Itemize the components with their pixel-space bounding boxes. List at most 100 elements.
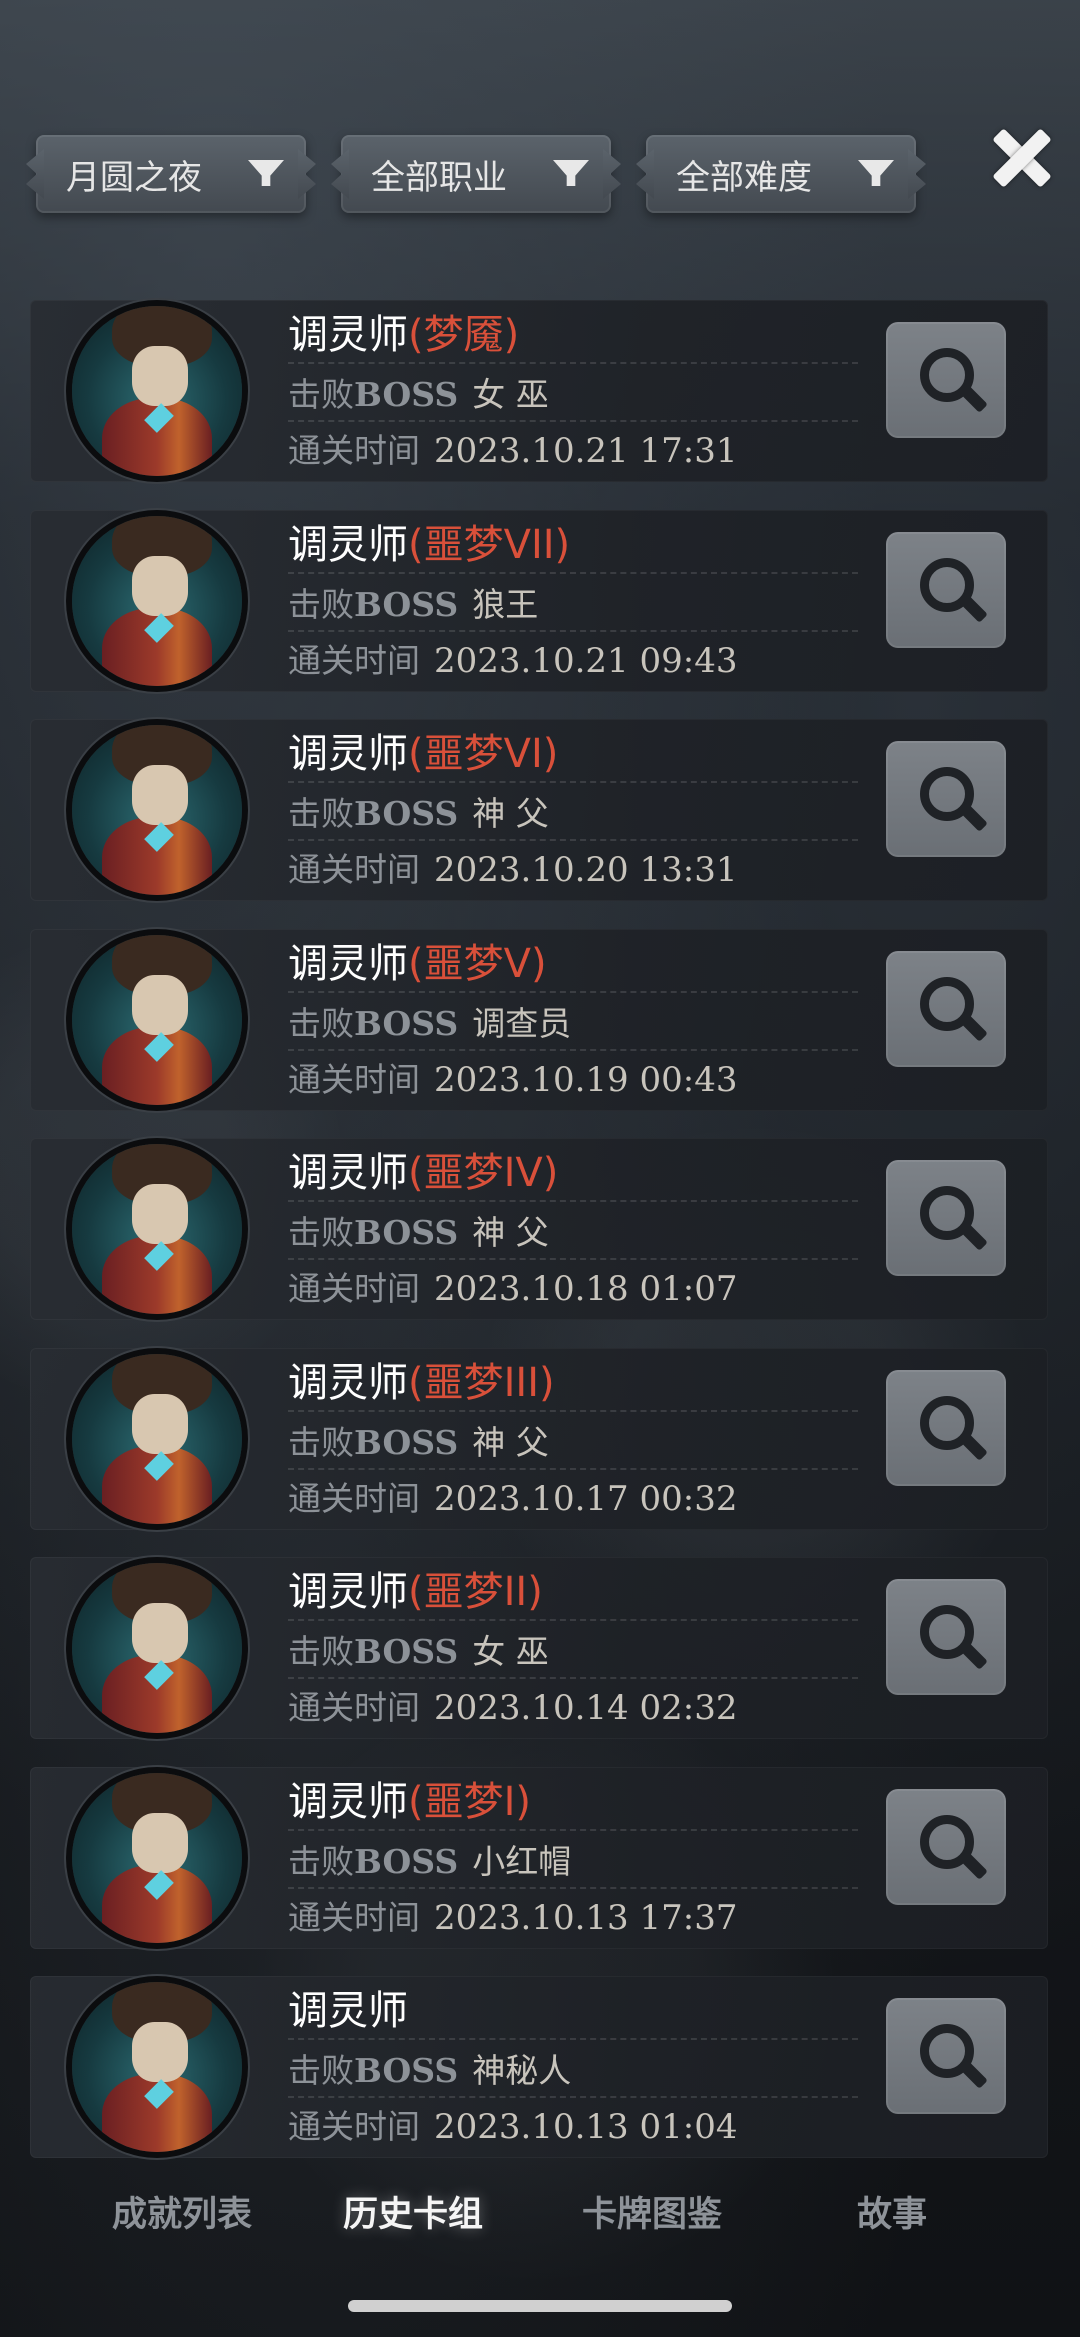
boss-row: 击败BOSS 神 父 <box>288 1206 549 1254</box>
clear-time-label: 通关时间 <box>288 1897 420 1937</box>
clear-time-label: 通关时间 <box>288 431 420 470</box>
defeat-label: 击败 <box>288 1422 354 1462</box>
boss-name: 神 父 <box>472 1422 549 1462</box>
boss-row: 击败BOSS 神 父 <box>288 1416 549 1464</box>
home-indicator[interactable] <box>348 2300 732 2312</box>
boss-label: BOSS <box>354 1632 459 1671</box>
clear-time-value: 2023.10.20 13:31 <box>434 850 738 890</box>
defeat-label: 击败 <box>288 1632 354 1671</box>
history-record: 调灵师 (噩梦IV) 击败BOSS 神 父 通关时间 2023.10.18 01:07 <box>30 1138 1048 1320</box>
divider <box>288 362 858 364</box>
character-name: 调灵师 <box>288 521 408 568</box>
boss-name: 女 巫 <box>472 1632 549 1671</box>
history-record: 调灵师 (噩梦II) 击败BOSS 女 巫 通关时间 2023.10.14 02:32 <box>30 1557 1048 1739</box>
view-deck-button[interactable] <box>886 950 1006 1067</box>
filter-class[interactable]: 全部职业 <box>341 135 611 213</box>
boss-row: 击败BOSS 狼王 <box>288 578 538 626</box>
divider <box>288 990 858 993</box>
defeat-label: 击败 <box>288 1003 354 1043</box>
view-deck-button[interactable] <box>886 531 1006 648</box>
tab-history-decks[interactable]: 历史卡组 <box>343 2186 483 2237</box>
character-name: 调灵师 <box>288 1359 408 1406</box>
boss-row: 击败BOSS 调查员 <box>288 997 571 1045</box>
divider <box>288 1677 858 1679</box>
difficulty-label: (噩梦VII) <box>408 521 571 568</box>
funnel-icon <box>549 152 593 196</box>
filter-bar: 月圆之夜 全部职业 全部难度 <box>26 135 926 215</box>
boss-name: 神 父 <box>472 794 549 833</box>
time-row: 通关时间 2023.10.13 17:37 <box>288 1891 737 1939</box>
defeat-label: 击败 <box>288 375 354 414</box>
divider <box>288 781 858 783</box>
tab-card-gallery[interactable]: 卡牌图鉴 <box>582 2186 722 2237</box>
boss-label: BOSS <box>354 2051 459 2090</box>
clear-time-label: 通关时间 <box>288 850 420 889</box>
tab-achievements[interactable]: 成就列表 <box>112 2186 252 2237</box>
filter-game-mode[interactable]: 月圆之夜 <box>36 135 306 213</box>
history-record: 调灵师 (梦魇) 击败BOSS 女 巫 通关时间 2023.10.21 17:31 <box>30 300 1048 482</box>
divider <box>288 1619 858 1621</box>
time-row: 通关时间 2023.10.21 17:31 <box>288 424 737 472</box>
character-name: 调灵师 <box>288 1988 408 2034</box>
character-name: 调灵师 <box>288 940 408 987</box>
clear-time-label: 通关时间 <box>288 1269 420 1308</box>
difficulty-label: (梦魇) <box>408 312 520 358</box>
tab-story[interactable]: 故事 <box>857 2186 927 2237</box>
divider <box>288 1828 858 1831</box>
clear-time-label: 通关时间 <box>288 2107 420 2146</box>
boss-label: BOSS <box>354 794 459 833</box>
difficulty-label: (噩梦III) <box>408 1359 555 1406</box>
divider <box>288 629 858 632</box>
character-name: 调灵师 <box>288 1569 408 1615</box>
funnel-icon <box>854 152 898 196</box>
time-row: 通关时间 2023.10.17 00:32 <box>288 1472 737 1520</box>
character-avatar <box>72 725 242 895</box>
record-title: 调灵师 (噩梦III) <box>288 1350 555 1408</box>
boss-label: BOSS <box>354 1422 459 1462</box>
clear-time-value: 2023.10.17 00:32 <box>434 1478 738 1519</box>
difficulty-label: (噩梦V) <box>408 940 547 987</box>
view-deck-button[interactable] <box>886 1788 1006 1905</box>
clear-time-value: 2023.10.21 17:31 <box>434 431 738 471</box>
record-title: 调灵师 (噩梦IV) <box>288 1140 558 1198</box>
boss-label: BOSS <box>354 584 459 624</box>
clear-time-label: 通关时间 <box>288 1688 420 1727</box>
character-avatar <box>72 1772 242 1943</box>
character-avatar <box>72 515 242 686</box>
history-record: 调灵师 击败BOSS 神秘人 通关时间 2023.10.13 01:04 <box>30 1976 1048 2158</box>
character-name: 调灵师 <box>288 731 408 777</box>
clear-time-label: 通关时间 <box>288 1478 420 1518</box>
view-deck-button[interactable] <box>886 322 1006 438</box>
divider <box>288 420 858 422</box>
history-record: 调灵师 (噩梦I) 击败BOSS 小红帽 通关时间 2023.10.13 17:37 <box>30 1766 1048 1949</box>
divider <box>288 571 858 574</box>
defeat-label: 击败 <box>288 1841 354 1881</box>
difficulty-label: (噩梦VI) <box>408 731 559 777</box>
record-title: 调灵师 (噩梦II) <box>288 1559 543 1617</box>
time-row: 通关时间 2023.10.13 01:04 <box>288 2100 737 2148</box>
view-deck-button[interactable] <box>886 1369 1006 1486</box>
character-avatar <box>72 1353 242 1524</box>
clear-time-label: 通关时间 <box>288 640 420 680</box>
difficulty-label: (噩梦I) <box>408 1778 532 1825</box>
divider <box>288 1467 858 1470</box>
boss-name: 小红帽 <box>472 1841 572 1881</box>
view-deck-button[interactable] <box>886 1998 1006 2114</box>
time-row: 通关时间 2023.10.19 00:43 <box>288 1053 737 1101</box>
divider <box>288 2096 858 2098</box>
close-icon[interactable] <box>984 120 1060 196</box>
view-deck-button[interactable] <box>886 1160 1006 1276</box>
filter-difficulty[interactable]: 全部难度 <box>646 135 916 213</box>
history-record: 调灵师 (噩梦VII) 击败BOSS 狼王 通关时间 2023.10.21 09:43 <box>30 509 1048 692</box>
record-title: 调灵师 (噩梦VII) <box>288 512 570 570</box>
clear-time-value: 2023.10.13 01:04 <box>434 2107 738 2147</box>
view-deck-button[interactable] <box>886 1579 1006 1695</box>
boss-name: 调查员 <box>472 1003 572 1043</box>
boss-row: 击败BOSS 女 巫 <box>288 1625 549 1673</box>
character-avatar <box>72 1563 242 1733</box>
filter-label: 全部难度 <box>676 157 812 198</box>
defeat-label: 击败 <box>288 794 354 833</box>
boss-name: 狼王 <box>472 584 539 624</box>
divider <box>288 1258 858 1260</box>
view-deck-button[interactable] <box>886 741 1006 857</box>
